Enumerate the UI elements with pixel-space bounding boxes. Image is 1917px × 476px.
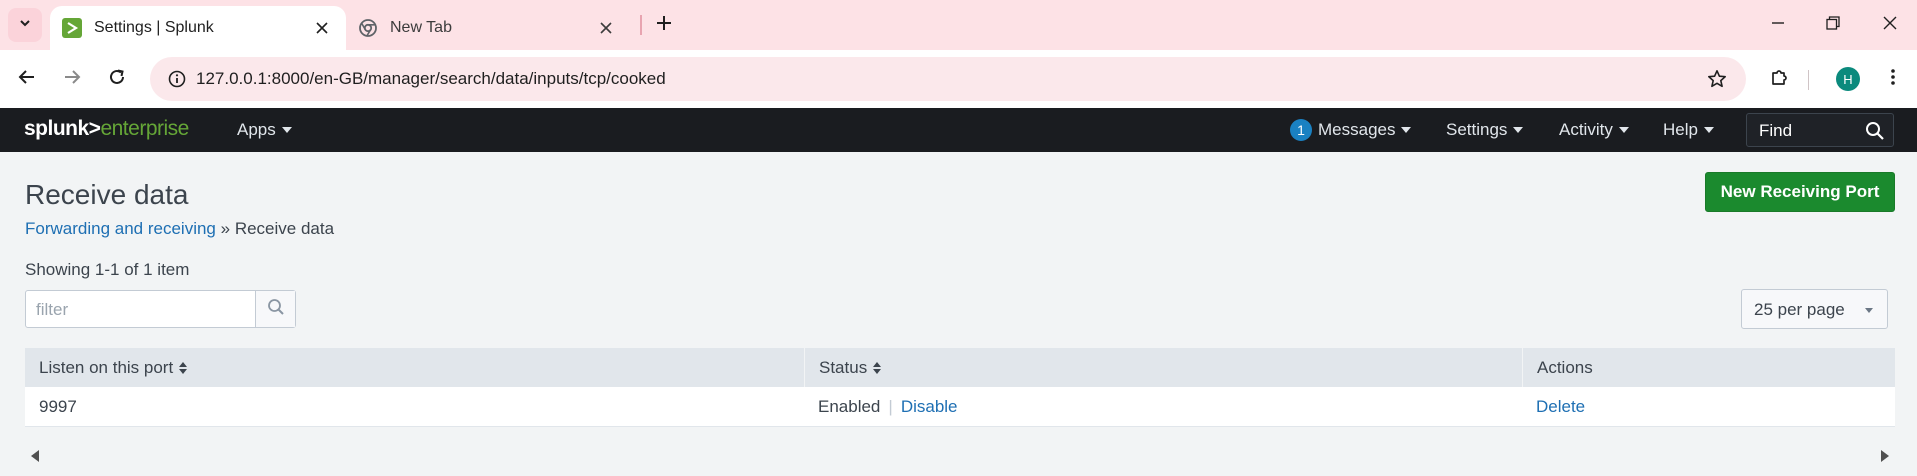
logo-splunk-text: splunk> — [24, 117, 101, 140]
forward-arrow-icon — [63, 68, 81, 91]
column-header-actions: Actions — [1522, 348, 1895, 387]
find-search-box[interactable] — [1746, 113, 1894, 147]
forward-button[interactable] — [55, 62, 89, 96]
browser-tab-strip: Settings | Splunk New Tab — [0, 0, 1917, 50]
apps-label: Apps — [237, 120, 276, 139]
plus-icon — [656, 15, 672, 36]
caret-down-icon — [1618, 127, 1629, 133]
messages-count-badge: 1 — [1290, 119, 1312, 141]
reload-icon — [108, 68, 126, 91]
extensions-button[interactable] — [1763, 62, 1797, 96]
tab-settings-splunk[interactable]: Settings | Splunk — [50, 6, 346, 50]
disable-link[interactable]: Disable — [901, 397, 958, 417]
column-header-label: Actions — [1537, 357, 1593, 377]
horizontal-scrollbar[interactable] — [25, 446, 1895, 464]
tab-separator — [640, 15, 642, 35]
item-count-text: Showing 1-1 of 1 item — [25, 260, 190, 279]
tab-title: Settings | Splunk — [94, 19, 214, 36]
messages-menu[interactable]: 1 Messages — [1290, 119, 1412, 141]
reload-button[interactable] — [100, 62, 134, 96]
table-row: 9997 Enabled | Disable Delete — [25, 387, 1895, 427]
splunk-favicon-icon — [62, 18, 82, 38]
caret-down-icon — [1865, 308, 1873, 313]
settings-menu[interactable]: Settings — [1446, 120, 1524, 140]
splunk-nav-bar: splunk>enterprise Apps 1 Messages Settin… — [0, 108, 1917, 152]
url-text[interactable]: 127.0.0.1:8000/en-GB/manager/search/data… — [196, 69, 666, 89]
logo-enterprise-text: enterprise — [100, 117, 189, 140]
new-tab-button[interactable] — [650, 11, 678, 39]
caret-down-icon — [281, 127, 292, 133]
help-label: Help — [1663, 120, 1698, 139]
column-header-port[interactable]: Listen on this port — [25, 348, 804, 387]
scroll-left-arrow-icon[interactable] — [31, 450, 39, 462]
settings-label: Settings — [1446, 120, 1508, 139]
close-tab-icon[interactable] — [594, 16, 618, 40]
tab-search-button[interactable] — [8, 8, 42, 42]
splunk-logo[interactable]: splunk>enterprise — [24, 117, 189, 141]
filter-input[interactable] — [36, 299, 251, 321]
back-arrow-icon — [18, 68, 36, 91]
status-cell: Enabled | Disable — [804, 387, 958, 427]
close-window-button[interactable] — [1870, 6, 1910, 44]
back-button[interactable] — [10, 62, 44, 96]
chevron-down-icon — [18, 16, 32, 35]
caret-down-icon — [1401, 127, 1412, 133]
caret-down-icon — [1513, 127, 1524, 133]
filter-box — [25, 290, 296, 328]
messages-label: Messages — [1318, 120, 1396, 139]
sort-icon — [873, 361, 882, 374]
restore-icon — [1826, 15, 1840, 35]
bookmark-star-icon[interactable] — [1704, 66, 1730, 92]
column-header-label: Listen on this port — [39, 357, 174, 377]
page-title: Receive data — [25, 179, 189, 210]
breadcrumb: Forwarding and receiving » Receive data — [25, 219, 334, 239]
minimize-icon — [1771, 16, 1785, 35]
column-header-label: Status — [819, 357, 868, 377]
filter-search-button[interactable] — [255, 291, 295, 327]
breadcrumb-separator: » — [220, 219, 231, 238]
find-input[interactable] — [1759, 120, 1859, 142]
per-page-dropdown[interactable]: 25 per page — [1741, 289, 1888, 329]
close-tab-icon[interactable] — [310, 16, 334, 40]
site-info-icon[interactable] — [160, 62, 194, 96]
scroll-right-arrow-icon[interactable] — [1881, 450, 1889, 462]
actions-cell: Delete — [1522, 387, 1585, 427]
close-icon — [1883, 16, 1897, 35]
breadcrumb-link-forwarding[interactable]: Forwarding and receiving — [25, 219, 216, 238]
help-menu[interactable]: Help — [1663, 120, 1714, 140]
delete-link[interactable]: Delete — [1536, 397, 1585, 417]
activity-label: Activity — [1559, 120, 1613, 139]
status-text: Enabled — [818, 397, 881, 416]
chrome-favicon-icon — [358, 18, 378, 38]
inputs-table: Listen on this port Status Actions 9997 … — [25, 348, 1895, 427]
activity-menu[interactable]: Activity — [1559, 120, 1629, 140]
column-header-status[interactable]: Status — [804, 348, 1522, 387]
apps-menu[interactable]: Apps — [237, 120, 292, 140]
kebab-menu-icon — [1890, 68, 1896, 91]
browser-menu-button[interactable] — [1876, 62, 1910, 96]
status-divider: | — [888, 397, 893, 416]
browser-toolbar: 127.0.0.1:8000/en-GB/manager/search/data… — [0, 50, 1917, 108]
restore-button[interactable] — [1813, 6, 1853, 44]
tab-new-tab[interactable]: New Tab — [346, 6, 630, 50]
toolbar-divider — [1808, 70, 1809, 90]
breadcrumb-current: Receive data — [234, 219, 335, 238]
address-bar[interactable]: 127.0.0.1:8000/en-GB/manager/search/data… — [150, 57, 1746, 101]
tab-title: New Tab — [390, 19, 452, 36]
table-header: Listen on this port Status Actions — [25, 348, 1895, 387]
new-receiving-port-button[interactable]: New Receiving Port — [1705, 172, 1895, 212]
port-cell: 9997 — [39, 397, 77, 416]
sort-icon — [179, 361, 188, 374]
puzzle-icon — [1770, 67, 1790, 92]
search-icon — [267, 298, 285, 321]
per-page-value: 25 per page — [1754, 300, 1845, 319]
caret-down-icon — [1703, 127, 1714, 133]
minimize-button[interactable] — [1758, 6, 1798, 44]
profile-avatar[interactable]: H — [1836, 67, 1860, 91]
search-icon[interactable] — [1863, 119, 1887, 143]
